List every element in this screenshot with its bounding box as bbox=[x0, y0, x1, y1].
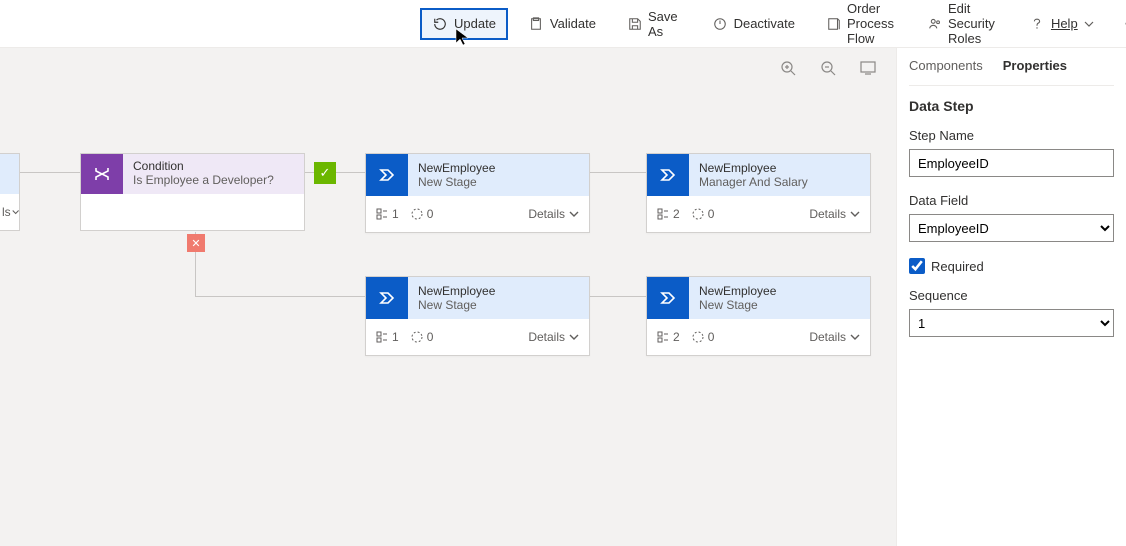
stage-icon bbox=[647, 277, 689, 319]
save-icon bbox=[628, 16, 642, 32]
validate-button[interactable]: Validate bbox=[516, 8, 608, 40]
stage-title: NewEmployee bbox=[699, 161, 860, 175]
stage-title: NewEmployee bbox=[418, 284, 579, 298]
details-toggle[interactable]: Details bbox=[528, 207, 579, 221]
steps-count: 1 bbox=[376, 207, 399, 221]
stage-node-c[interactable]: NewEmployee New Stage 1 0 Details bbox=[365, 276, 590, 356]
steps-count: 1 bbox=[376, 330, 399, 344]
properties-panel: Components Properties Data Step Step Nam… bbox=[896, 48, 1126, 546]
pending-count: 0 bbox=[692, 330, 715, 344]
help-icon bbox=[1029, 16, 1045, 32]
help-button[interactable]: Help bbox=[1017, 8, 1106, 40]
tab-properties[interactable]: Properties bbox=[1003, 58, 1067, 75]
stage-title: NewEmployee bbox=[418, 161, 579, 175]
tab-components[interactable]: Components bbox=[909, 58, 983, 75]
toolbar: Update Validate Save As Deactivate Order… bbox=[0, 0, 1126, 48]
zoom-out-icon[interactable] bbox=[820, 60, 836, 76]
stage-icon bbox=[366, 154, 408, 196]
condition-false-icon: ✕ bbox=[187, 234, 205, 252]
order-flow-label: Order Process Flow bbox=[847, 1, 896, 46]
stage-subtitle: New Stage bbox=[418, 175, 579, 189]
stage-subtitle: Manager And Salary bbox=[699, 175, 860, 189]
stage-node-d[interactable]: NewEmployee New Stage 2 0 Details bbox=[646, 276, 871, 356]
update-button[interactable]: Update bbox=[420, 8, 508, 40]
refresh-icon bbox=[432, 16, 448, 32]
stage-node-b[interactable]: NewEmployee Manager And Salary 2 0 Detai… bbox=[646, 153, 871, 233]
stage-node-a[interactable]: NewEmployee New Stage 1 0 Details bbox=[365, 153, 590, 233]
deactivate-icon bbox=[712, 16, 728, 32]
pending-count: 0 bbox=[411, 330, 434, 344]
condition-icon bbox=[81, 154, 123, 194]
edit-roles-button[interactable]: Edit Security Roles bbox=[916, 0, 1009, 54]
deactivate-button[interactable]: Deactivate bbox=[700, 8, 807, 40]
stage-title: NewEmployee bbox=[699, 284, 860, 298]
condition-node[interactable]: Condition Is Employee a Developer? bbox=[80, 153, 305, 231]
pending-count: 0 bbox=[692, 207, 715, 221]
stage-icon bbox=[366, 277, 408, 319]
stage-subtitle: New Stage bbox=[418, 298, 579, 312]
stage-icon bbox=[647, 154, 689, 196]
data-field-select[interactable]: EmployeeID bbox=[909, 214, 1114, 242]
order-flow-button[interactable]: Order Process Flow bbox=[815, 0, 908, 54]
required-label[interactable]: Required bbox=[931, 259, 984, 274]
step-name-label: Step Name bbox=[909, 128, 1114, 143]
pending-count: 0 bbox=[411, 207, 434, 221]
data-field-label: Data Field bbox=[909, 193, 1114, 208]
workspace[interactable]: ls Condition Is Employee a Developer? ✓ … bbox=[0, 48, 896, 546]
sequence-label: Sequence bbox=[909, 288, 1114, 303]
roles-icon bbox=[928, 16, 942, 32]
condition-subtitle: Is Employee a Developer? bbox=[133, 173, 294, 187]
condition-title: Condition bbox=[133, 159, 294, 173]
sequence-select[interactable]: 1 bbox=[909, 309, 1114, 337]
steps-count: 2 bbox=[657, 330, 680, 344]
save-as-label: Save As bbox=[648, 9, 680, 39]
condition-true-icon: ✓ bbox=[314, 162, 336, 184]
stage-node-partial[interactable]: ls bbox=[0, 153, 20, 231]
order-icon bbox=[827, 16, 841, 32]
stage-subtitle: New Stage bbox=[699, 298, 860, 312]
fit-screen-icon[interactable] bbox=[860, 61, 876, 75]
details-toggle[interactable]: Details bbox=[809, 330, 860, 344]
required-checkbox[interactable] bbox=[909, 258, 925, 274]
details-toggle[interactable]: Details bbox=[809, 207, 860, 221]
canvas-tools bbox=[780, 60, 876, 76]
validate-label: Validate bbox=[550, 16, 596, 31]
clipboard-icon bbox=[528, 16, 544, 32]
help-label: Help bbox=[1051, 16, 1078, 31]
more-button[interactable]: ··· bbox=[1114, 9, 1126, 39]
step-name-input[interactable] bbox=[909, 149, 1114, 177]
steps-count: 2 bbox=[657, 207, 680, 221]
save-as-button[interactable]: Save As bbox=[616, 1, 692, 47]
deactivate-label: Deactivate bbox=[734, 16, 795, 31]
details-toggle[interactable]: Details bbox=[528, 330, 579, 344]
chevron-down-icon bbox=[1084, 19, 1094, 29]
edit-roles-label: Edit Security Roles bbox=[948, 1, 997, 46]
update-label: Update bbox=[454, 16, 496, 31]
partial-details-fragment: ls bbox=[2, 205, 11, 219]
zoom-in-icon[interactable] bbox=[780, 60, 796, 76]
panel-heading: Data Step bbox=[909, 98, 1114, 114]
